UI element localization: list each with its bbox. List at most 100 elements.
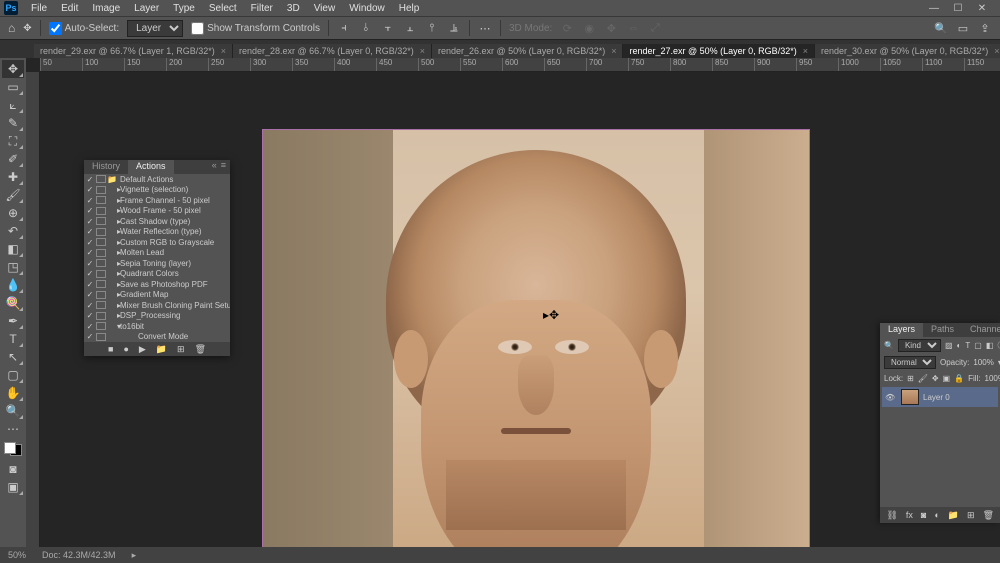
align-top-icon[interactable]: ⫠ <box>403 21 417 35</box>
quickmask-tool[interactable]: ◙ <box>2 460 24 478</box>
expand-icon[interactable]: ▸ <box>107 290 117 299</box>
action-row[interactable]: ✓ ▾ to16bit <box>84 321 230 332</box>
close-icon[interactable]: × <box>221 46 226 56</box>
expand-icon[interactable]: 📁 <box>107 175 117 184</box>
expand-icon[interactable]: ▸ <box>107 248 117 257</box>
document-tab[interactable]: render_28.exr @ 66.7% (Layer 0, RGB/32*)… <box>233 44 432 58</box>
layer-mask-icon[interactable]: ◙ <box>921 510 926 520</box>
action-row[interactable]: ✓ ▸ Quadrant Colors <box>84 269 230 280</box>
blend-mode-select[interactable]: Normal <box>884 356 936 369</box>
dialog-toggle[interactable] <box>96 322 106 330</box>
ruler-vertical[interactable] <box>26 72 40 547</box>
close-icon[interactable]: × <box>611 46 616 56</box>
dialog-toggle[interactable] <box>96 333 106 341</box>
new-action-button[interactable]: ⊞ <box>177 344 185 355</box>
action-row[interactable]: ✓ Convert Mode <box>84 332 230 343</box>
filter-shape-icon[interactable]: ▢ <box>974 341 982 351</box>
document-tab[interactable]: render_30.exr @ 50% (Layer 0, RGB/32*)× <box>815 44 1000 58</box>
layer-item[interactable]: 👁 Layer 0 <box>882 387 998 407</box>
check-icon[interactable]: ✓ <box>85 322 95 331</box>
document-tab[interactable]: render_27.exr @ 50% (Layer 0, RGB/32*)× <box>623 44 814 58</box>
record-button[interactable]: ● <box>123 344 128 354</box>
lock-all-icon[interactable]: 🔒 <box>954 373 964 383</box>
document-tab[interactable]: render_26.exr @ 50% (Layer 0, RGB/32*)× <box>432 44 623 58</box>
filter-smart-icon[interactable]: ◧ <box>986 341 994 351</box>
auto-select-checkbox[interactable]: Auto-Select: <box>49 22 119 35</box>
workspace-icon[interactable]: ▭ <box>956 21 970 35</box>
dialog-toggle[interactable] <box>96 175 106 183</box>
status-chevron-icon[interactable]: ▸ <box>132 550 137 561</box>
check-icon[interactable]: ✓ <box>85 311 95 320</box>
check-icon[interactable]: ✓ <box>85 332 95 341</box>
align-center-h-icon[interactable]: ⫰ <box>359 21 373 35</box>
menu-select[interactable]: Select <box>202 3 244 14</box>
menu-3d[interactable]: 3D <box>280 3 307 14</box>
type-tool[interactable]: T <box>2 330 24 348</box>
brush-tool[interactable]: 🖌 <box>2 186 24 204</box>
dialog-toggle[interactable] <box>96 270 106 278</box>
action-row[interactable]: ✓ ▸ Wood Frame - 50 pixel <box>84 206 230 217</box>
check-icon[interactable]: ✓ <box>85 301 95 310</box>
menu-type[interactable]: Type <box>166 3 202 14</box>
crop-tool[interactable]: ⛶ <box>2 132 24 150</box>
lock-image-icon[interactable]: 🖌 <box>918 373 928 383</box>
menu-file[interactable]: File <box>24 3 54 14</box>
document-canvas[interactable]: ▸✥ <box>262 129 810 547</box>
layers-list[interactable]: 👁 Layer 0 <box>882 387 998 407</box>
expand-icon[interactable]: ▸ <box>107 280 117 289</box>
close-button[interactable]: ✕ <box>976 2 988 14</box>
zoom-level[interactable]: 50% <box>8 550 26 560</box>
filter-adjust-icon[interactable]: ◐ <box>957 341 962 351</box>
hand-tool[interactable]: ✋ <box>2 384 24 402</box>
actions-tab[interactable]: Actions <box>128 160 174 174</box>
quick-select-tool[interactable]: ✎ <box>2 114 24 132</box>
lock-transparency-icon[interactable]: ⊞ <box>907 373 914 383</box>
dialog-toggle[interactable] <box>96 280 106 288</box>
lock-position-icon[interactable]: ✥ <box>932 373 939 383</box>
new-layer-icon[interactable]: ⊞ <box>967 510 975 521</box>
action-row[interactable]: ✓ ▸ Vignette (selection) <box>84 185 230 196</box>
action-row[interactable]: ✓ ▸ Custom RGB to Grayscale <box>84 237 230 248</box>
layer-style-icon[interactable]: fx <box>906 510 913 520</box>
blur-tool[interactable]: 💧 <box>2 276 24 294</box>
adjustment-layer-icon[interactable]: ◐ <box>934 510 939 520</box>
canvas-area[interactable]: 5010015020025030035040045050055060065070… <box>26 58 1000 547</box>
visibility-icon[interactable]: 👁 <box>885 393 897 402</box>
close-icon[interactable]: × <box>803 46 808 56</box>
menu-window[interactable]: Window <box>342 3 392 14</box>
menu-filter[interactable]: Filter <box>244 3 280 14</box>
channels-tab[interactable]: Channels <box>962 323 1000 337</box>
action-row[interactable]: ✓ ▸ Frame Channel - 50 pixel <box>84 195 230 206</box>
eyedropper-tool[interactable]: ✐ <box>2 150 24 168</box>
lasso-tool[interactable]: ⟀ <box>2 96 24 114</box>
expand-icon[interactable]: ▸ <box>107 206 117 215</box>
document-tab[interactable]: render_29.exr @ 66.7% (Layer 1, RGB/32*)… <box>34 44 233 58</box>
stamp-tool[interactable]: ⊕ <box>2 204 24 222</box>
dialog-toggle[interactable] <box>96 217 106 225</box>
check-icon[interactable]: ✓ <box>85 185 95 194</box>
action-row[interactable]: ✓ ▸ Gradient Map <box>84 290 230 301</box>
expand-icon[interactable]: ▸ <box>107 301 117 310</box>
layer-name[interactable]: Layer 0 <box>923 393 950 402</box>
menu-view[interactable]: View <box>307 3 343 14</box>
marquee-tool[interactable]: ▭ <box>2 78 24 96</box>
play-button[interactable]: ▶ <box>139 344 146 355</box>
edit-toolbar[interactable]: ⋯ <box>2 420 24 438</box>
expand-icon[interactable]: ▸ <box>107 217 117 226</box>
check-icon[interactable]: ✓ <box>85 248 95 257</box>
check-icon[interactable]: ✓ <box>85 227 95 236</box>
dialog-toggle[interactable] <box>96 228 106 236</box>
action-row[interactable]: ✓ ▸ Cast Shadow (type) <box>84 216 230 227</box>
dialog-toggle[interactable] <box>96 186 106 194</box>
expand-icon[interactable]: ▸ <box>107 227 117 236</box>
dialog-toggle[interactable] <box>96 207 106 215</box>
filter-pixel-icon[interactable]: ▨ <box>945 341 953 351</box>
show-transform-checkbox[interactable]: Show Transform Controls <box>191 22 320 35</box>
share-icon[interactable]: ⇪ <box>978 21 992 35</box>
new-set-button[interactable]: 📁 <box>156 344 167 355</box>
dialog-toggle[interactable] <box>96 196 106 204</box>
delete-layer-icon[interactable]: 🗑 <box>983 510 994 521</box>
link-layers-icon[interactable]: ⛓ <box>886 510 897 521</box>
layer-filter-kind[interactable]: Kind <box>898 339 941 352</box>
actions-list[interactable]: ✓ 📁 Default Actions✓ ▸ Vignette (selecti… <box>84 174 230 342</box>
